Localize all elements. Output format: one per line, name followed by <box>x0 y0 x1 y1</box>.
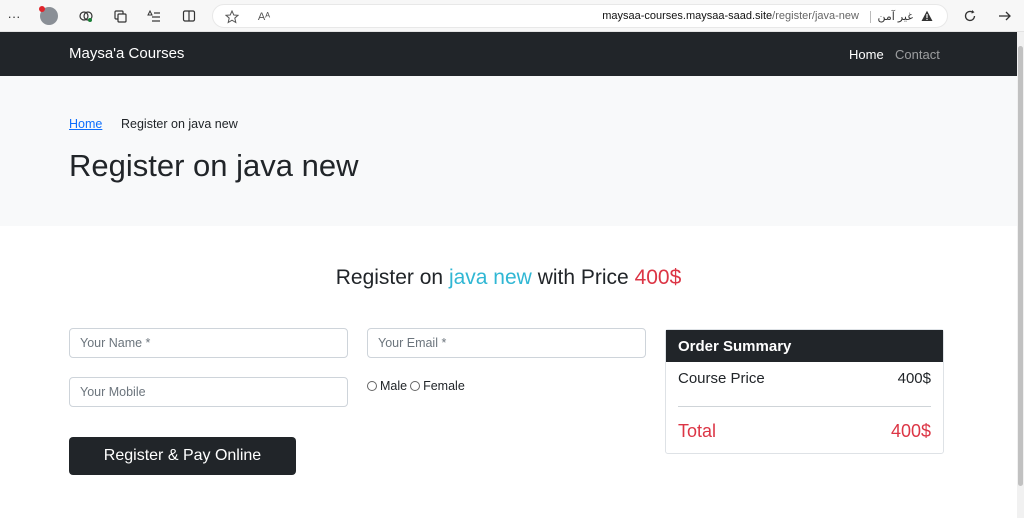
email-input[interactable] <box>367 328 646 358</box>
more-options-glyph: ··· <box>7 8 21 24</box>
page-scrollbar[interactable] <box>1017 32 1024 518</box>
register-course-name: java new <box>448 266 532 289</box>
summary-divider <box>678 406 931 407</box>
workspaces-icon[interactable] <box>77 7 95 25</box>
male-radio[interactable] <box>367 381 377 391</box>
warning-icon[interactable] <box>921 10 933 22</box>
register-heading: Register on java new with Price 400$ <box>0 266 1017 290</box>
female-radio[interactable] <box>410 381 421 391</box>
forward-arrow-icon[interactable] <box>996 7 1014 25</box>
read-aloud-icon[interactable]: Aᴬ <box>255 8 273 26</box>
profile-avatar-icon[interactable] <box>39 6 58 25</box>
split-screen-icon[interactable] <box>180 7 198 25</box>
page-title: Register on java new <box>69 148 359 183</box>
total-label: Total <box>678 421 717 441</box>
register-pay-button[interactable]: Register & Pay Online <box>69 437 296 475</box>
female-label: Female <box>423 379 465 393</box>
favorites-list-icon[interactable] <box>145 7 163 25</box>
site-navbar: Maysa'a Courses Home Contact <box>0 32 1017 76</box>
register-price: 400$ <box>634 266 682 289</box>
address-separator <box>870 11 871 23</box>
mobile-input[interactable] <box>69 377 348 407</box>
page-header: Home Register on java new Register on ja… <box>0 76 1017 226</box>
course-price-value: 400$ <box>897 370 931 387</box>
favorite-star-icon[interactable] <box>223 8 241 26</box>
male-label: Male <box>380 379 408 393</box>
scrollbar-thumb[interactable] <box>1018 46 1023 486</box>
gender-options: Male Female <box>367 379 468 393</box>
register-heading-mid: with Price <box>537 266 629 289</box>
more-options-icon[interactable]: ··· <box>5 7 23 25</box>
register-heading-prefix: Register on <box>335 266 444 289</box>
breadcrumb-home-link[interactable]: Home <box>69 117 102 131</box>
browser-toolbar: ··· Aᴬ maysaa-courses.maysaa-saad.site/r… <box>0 0 1024 32</box>
name-input[interactable] <box>69 328 348 358</box>
not-secure-label[interactable]: غير آمن <box>877 10 913 23</box>
refresh-icon[interactable] <box>961 7 979 25</box>
brand-link[interactable]: Maysa'a Courses <box>69 45 184 62</box>
url-host: maysaa-courses.maysaa-saad.site <box>602 10 773 22</box>
nav-contact-link[interactable]: Contact <box>895 47 940 62</box>
url-text: maysaa-courses.maysaa-saad.site/register… <box>602 10 859 22</box>
total-value: 400$ <box>890 421 931 441</box>
course-price-label: Course Price <box>678 370 765 387</box>
nav-home-link[interactable]: Home <box>849 47 884 62</box>
address-bar[interactable]: Aᴬ maysaa-courses.maysaa-saad.site/regis… <box>212 4 948 28</box>
url-path: /register/java-new <box>772 10 859 22</box>
breadcrumb-current: Register on java new <box>121 117 238 131</box>
order-summary-card: Order Summary Course Price 400$ Total 40… <box>665 329 944 454</box>
read-aloud-glyph: Aᴬ <box>257 11 271 23</box>
tab-actions-icon[interactable] <box>111 7 129 25</box>
order-summary-title: Order Summary <box>666 330 943 362</box>
